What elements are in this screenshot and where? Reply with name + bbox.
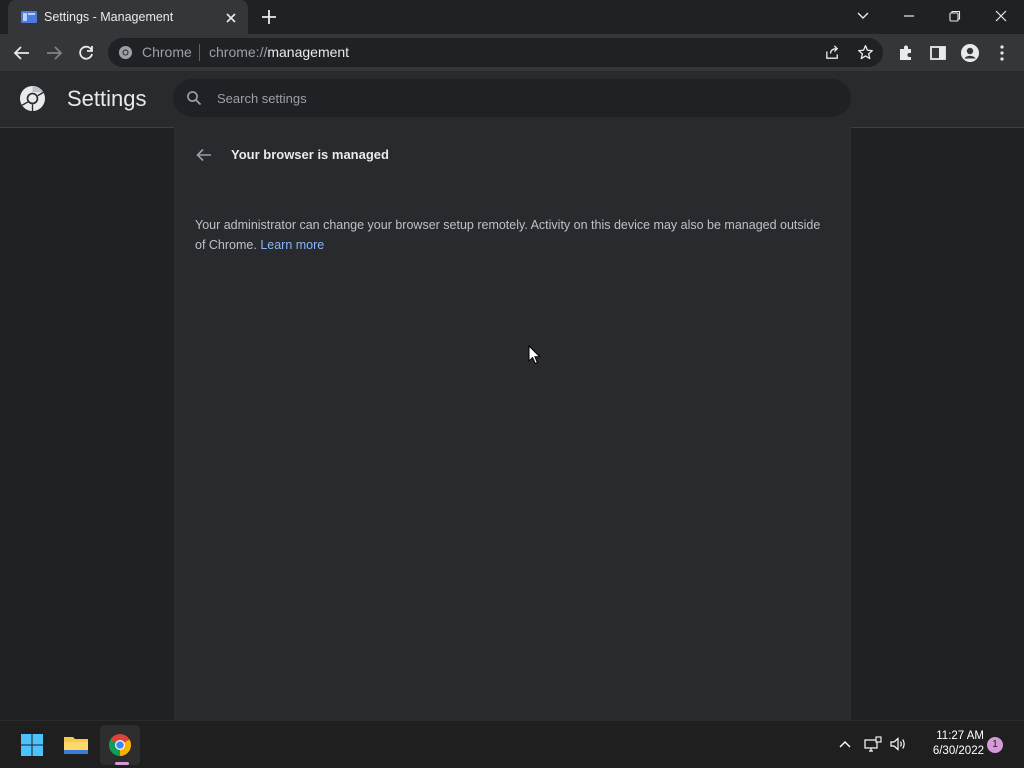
- mouse-cursor-icon: [528, 345, 541, 365]
- browser-toolbar: Chrome chrome://management: [0, 34, 1024, 71]
- share-icon[interactable]: [824, 44, 841, 61]
- page-title: Your browser is managed: [231, 147, 389, 162]
- clock-date: 6/30/2022: [932, 745, 984, 757]
- reload-icon[interactable]: [74, 41, 98, 65]
- management-card: Your browser is managed Your administrat…: [175, 128, 850, 720]
- volume-icon[interactable]: [887, 733, 909, 755]
- clock-time: 11:27 AM: [936, 730, 984, 742]
- chevron-up-icon[interactable]: [834, 733, 856, 755]
- taskbar-clock[interactable]: 11:27 AM 6/30/2022: [914, 729, 984, 759]
- url-host: management: [267, 44, 350, 60]
- side-panel-icon[interactable]: [926, 41, 950, 65]
- active-app-indicator: [115, 762, 129, 765]
- new-tab-icon[interactable]: [259, 7, 279, 27]
- url-prefix: chrome://: [209, 44, 268, 60]
- search-input[interactable]: [217, 79, 817, 117]
- chrome-site-icon[interactable]: [118, 45, 133, 60]
- url-text[interactable]: chrome://management: [209, 44, 349, 60]
- restore-icon[interactable]: [932, 0, 978, 32]
- settings-main: Your browser is managed Your administrat…: [0, 128, 1024, 720]
- chrome-logo-icon: [19, 85, 46, 112]
- settings-favicon-icon: [21, 10, 37, 24]
- profile-icon[interactable]: [958, 41, 982, 65]
- tab-close-icon[interactable]: [222, 9, 240, 27]
- file-explorer-icon[interactable]: [56, 725, 96, 765]
- extensions-icon[interactable]: [894, 41, 918, 65]
- bookmark-star-icon[interactable]: [857, 44, 874, 61]
- settings-header: Settings: [0, 71, 1024, 128]
- tab-search-icon[interactable]: [840, 0, 886, 32]
- tab-strip: Settings - Management: [0, 0, 1024, 34]
- url-divider: [199, 44, 200, 61]
- close-icon[interactable]: [978, 0, 1024, 32]
- windows-start-icon[interactable]: [12, 725, 52, 765]
- back-icon[interactable]: [10, 41, 34, 65]
- address-bar[interactable]: Chrome chrome://management: [108, 38, 883, 67]
- tab-settings-management[interactable]: Settings - Management: [8, 0, 248, 34]
- site-chip-label: Chrome: [142, 44, 192, 60]
- notification-badge[interactable]: 1: [987, 737, 1003, 753]
- learn-more-link[interactable]: Learn more: [260, 238, 324, 252]
- windows-taskbar: 11:27 AM 6/30/2022 1: [0, 720, 1024, 768]
- settings-title: Settings: [67, 86, 147, 111]
- back-arrow-icon[interactable]: [193, 144, 215, 166]
- menu-icon[interactable]: [990, 41, 1014, 65]
- tab-title: Settings - Management: [44, 10, 174, 24]
- search-settings-box[interactable]: [173, 79, 851, 117]
- management-description: Your administrator can change your brows…: [195, 215, 825, 255]
- forward-icon[interactable]: [42, 41, 66, 65]
- search-icon: [186, 90, 202, 106]
- chrome-taskbar-icon[interactable]: [100, 725, 140, 765]
- minimize-icon[interactable]: [886, 0, 932, 32]
- network-icon[interactable]: [862, 733, 884, 755]
